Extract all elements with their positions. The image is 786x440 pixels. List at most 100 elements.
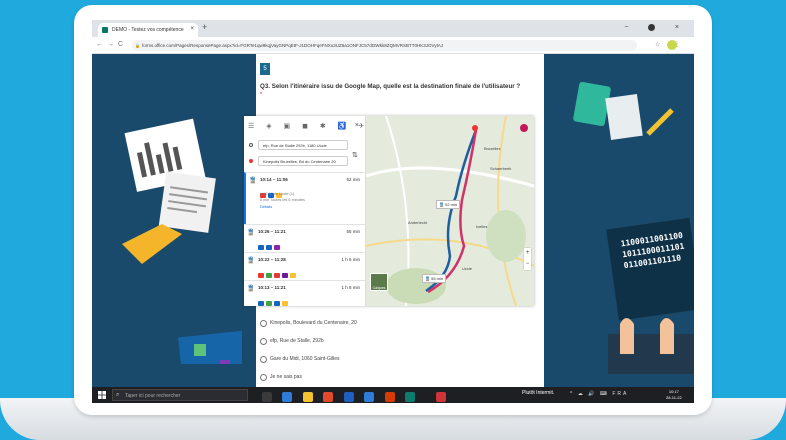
task-view-icon[interactable]	[262, 392, 272, 402]
store-icon[interactable]	[364, 392, 375, 402]
directions-close-icon: ×	[354, 122, 359, 129]
transit-line-chip	[258, 273, 264, 278]
route-duration: 52 min	[346, 177, 360, 182]
laptop-screen: DEMO - Testez vos compétence × + − ▢ × ←…	[92, 20, 694, 403]
clock-date: 28-11-22	[666, 395, 682, 400]
travel-mode-icons: ☰ ◈ ▣ ◼ ✱ ♿ ✈	[248, 123, 370, 130]
route-duration: 1 h 6 min	[341, 257, 360, 262]
route-option: 🚆 10:14 – 11:06 52 min à 10:17 de Uccle …	[244, 172, 366, 224]
answer-label: Gare du Midi, 1060 Saint-Gilles	[270, 356, 340, 362]
map-label: Bruxelles	[484, 146, 501, 151]
train-icon: 🚆	[247, 286, 255, 292]
answer-label: efp, Rue de Stalle, 292b	[270, 338, 324, 344]
route-chips	[258, 293, 362, 306]
route-chips	[258, 265, 362, 278]
transit-line-chip	[282, 301, 288, 306]
map-label: Ixelles	[476, 224, 488, 229]
windows-taskbar: ⌕ Taper ici pour rechercher Plutôt Inter…	[92, 387, 694, 403]
radio-button[interactable]	[260, 320, 267, 327]
browser-tab[interactable]: DEMO - Testez vos compétence ×	[98, 23, 198, 37]
radio-button[interactable]	[260, 356, 267, 363]
lock-icon: 🔒	[135, 43, 140, 48]
left-illustration	[122, 118, 242, 364]
transit-line-chip	[274, 273, 280, 278]
transit-line-chip	[274, 301, 280, 306]
train-icon: 🚆	[247, 230, 255, 236]
swap-icon: ⇅	[352, 152, 358, 159]
origin-dot-icon	[249, 143, 253, 147]
taskbar-search[interactable]: ⌕ Taper ici pour rechercher	[112, 389, 248, 401]
transit-line-chip	[274, 245, 280, 250]
tab-close-button[interactable]: ×	[190, 26, 194, 32]
address-bar: ←→C 🔒 forms.office.com/Pages/ResponsePag…	[92, 37, 694, 54]
app-icon[interactable]	[435, 392, 446, 402]
map-label: Schaerbeek	[490, 166, 512, 171]
word-icon[interactable]	[343, 392, 354, 402]
route-duration: 1 h 8 min	[341, 285, 360, 290]
transit-line-chip	[266, 273, 272, 278]
answer-option[interactable]: efp, Rue de Stalle, 292b	[260, 338, 324, 350]
route-option: 🚆 10:13 – 11:21 1 h 8 min	[244, 280, 366, 306]
answer-option[interactable]: Gare du Midi, 1060 Saint-Gilles	[260, 356, 339, 368]
question-text: Q3. Selon l'itinéraire issu de Google Ma…	[260, 83, 521, 90]
zoom-controls: + −	[524, 248, 531, 270]
transit-line-chip	[266, 245, 272, 250]
route-chips	[258, 237, 362, 250]
edge-icon[interactable]	[282, 392, 293, 402]
directions-panel: ☰ ◈ ▣ ◼ ✱ ♿ ✈ × efp, Rue de Stalle 292b,…	[244, 116, 366, 306]
question-card: 5 Q3. Selon l'itinéraire issu de Google …	[244, 54, 544, 387]
search-icon: ⌕	[116, 392, 120, 398]
transit-line-chip	[258, 301, 264, 306]
route-duration: 55 min	[346, 229, 360, 234]
answer-option[interactable]: Je ne sais pas	[260, 374, 302, 386]
outlook-icon[interactable]	[405, 392, 416, 402]
route-frequency: 8 min Toutes les 6 minutes	[260, 198, 305, 202]
google-maps-image: ☰ ◈ ▣ ◼ ✱ ♿ ✈ × efp, Rue de Stalle 292b,…	[244, 116, 534, 306]
route-chips	[260, 185, 362, 198]
answer-label: Je ne sais pas	[270, 374, 302, 380]
nav-buttons[interactable]: ←→C	[96, 41, 127, 48]
map-account-icon	[520, 124, 528, 132]
route-details-link: Détails	[260, 204, 273, 209]
url-text: forms.office.com/Pages/ResponsePage.aspx…	[142, 43, 444, 48]
map-label: Anderlecht	[408, 220, 428, 225]
powerpoint-icon[interactable]	[384, 392, 395, 402]
route-option: 🚆 10:26 – 11:21 55 min	[244, 224, 366, 252]
radio-button[interactable]	[260, 338, 267, 345]
map-drawing	[366, 116, 534, 306]
map-label: Uccle	[462, 266, 473, 271]
window-controls[interactable]: − ▢ ×	[624, 23, 688, 31]
required-mark: *	[260, 92, 262, 98]
route-info-bubble: 🚆 55 min	[422, 274, 447, 283]
transit-line-chip	[266, 301, 272, 306]
answer-label: Kinepolis, Boulevard du Centenaire, 20	[270, 320, 357, 326]
browser-tab-bar: DEMO - Testez vos compétence × + − ▢ ×	[92, 20, 694, 37]
destination-pin-icon	[249, 159, 253, 163]
radio-button[interactable]	[260, 374, 267, 381]
layers-button: Calques	[370, 273, 388, 291]
answer-option[interactable]: Kinepolis, Boulevard du Centenaire, 20	[260, 320, 357, 332]
forms-page: 5 Q3. Selon l'itinéraire issu de Google …	[92, 54, 694, 387]
transit-line-chip	[290, 273, 296, 278]
transit-line-chip	[282, 273, 288, 278]
origin-field: efp, Rue de Stalle 292b, 1180 Uccle	[258, 140, 348, 150]
file-explorer-icon[interactable]	[302, 392, 313, 402]
url-field[interactable]: 🔒 forms.office.com/Pages/ResponsePage.as…	[132, 40, 637, 51]
transit-line-chip	[258, 245, 264, 250]
new-tab-button[interactable]: +	[202, 22, 207, 32]
train-icon: 🚆	[249, 178, 257, 184]
question-number-badge: 5	[260, 63, 270, 75]
windows-start-icon[interactable]	[98, 391, 106, 399]
system-tray[interactable]: ^ ☁ 🔊 ⌨ FRA	[570, 391, 628, 397]
map-area: 🚆 52 min 🚆 55 min Bruxelles Schaerbeek A…	[366, 116, 534, 306]
route-detail: à 10:17 de Uccle (1)	[260, 192, 295, 196]
weather-widget[interactable]: Plutôt Intermit.	[522, 390, 554, 396]
destination-field: Kinepolis Bruxelles, Bd du Centenaire 20	[258, 156, 348, 166]
route-info-bubble: 🚆 52 min	[436, 200, 461, 209]
user-avatar[interactable]	[667, 40, 677, 50]
taskbar-apps	[262, 389, 452, 403]
taskbar-clock[interactable]: 10:17 28-11-22	[666, 389, 682, 401]
train-icon: 🚆	[247, 258, 255, 264]
search-placeholder: Taper ici pour rechercher	[125, 393, 181, 399]
chrome-icon[interactable]	[323, 392, 334, 402]
